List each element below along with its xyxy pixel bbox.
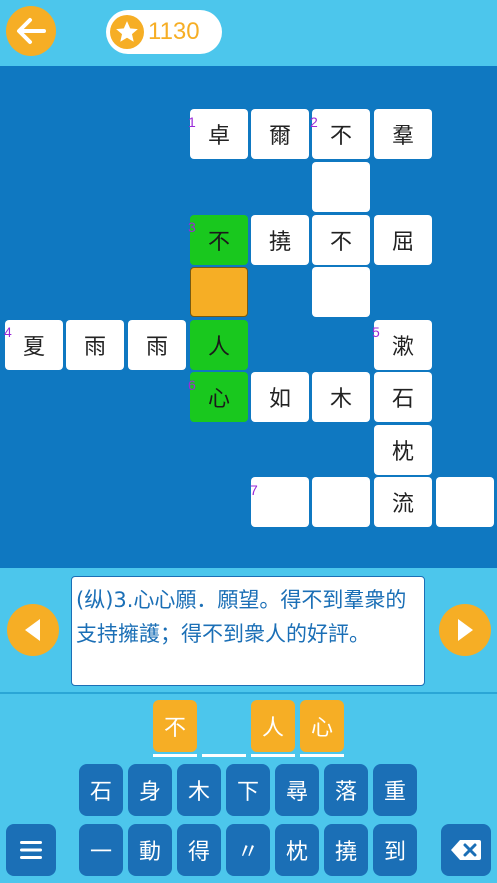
grid-cell-highlighted[interactable]: 不 <box>190 215 248 265</box>
clue-number: 6 <box>188 377 196 393</box>
clue-number: 7 <box>250 482 258 498</box>
clue-text: (纵)3.心心願．願望。得不到羣衆的支持擁護；得不到衆人的好評。 <box>71 576 425 686</box>
triangle-right-icon <box>458 619 473 641</box>
grid-cell[interactable]: 屈 <box>374 215 432 265</box>
grid-cell[interactable]: 爾 <box>251 109 309 159</box>
grid-cell[interactable]: 石 <box>374 372 432 422</box>
grid-cell[interactable]: 不 <box>312 215 370 265</box>
clue-number: 3 <box>188 219 196 235</box>
grid-cell[interactable]: 枕 <box>374 425 432 475</box>
top-bar: 1130 <box>0 0 497 66</box>
menu-icon <box>20 841 42 859</box>
grid-cell-highlighted[interactable]: 人 <box>190 320 248 370</box>
answer-underline <box>300 754 344 757</box>
clue-number: 1 <box>188 114 196 130</box>
arrow-left-icon <box>17 18 46 44</box>
coin-counter: 1130 <box>106 10 222 54</box>
divider <box>0 692 497 694</box>
grid-cell-selected[interactable] <box>190 267 248 317</box>
clue-number: 2 <box>310 114 318 130</box>
grid-cell[interactable]: 卓 <box>190 109 248 159</box>
back-button[interactable] <box>6 6 56 56</box>
prev-clue-button[interactable] <box>7 604 59 656</box>
answer-underline <box>153 754 197 757</box>
grid-cell[interactable]: 不 <box>312 109 370 159</box>
menu-button[interactable] <box>6 824 56 876</box>
answer-underline <box>202 754 246 757</box>
char-key[interactable]: 石 <box>79 764 123 816</box>
char-key[interactable]: 動 <box>128 824 172 876</box>
char-key[interactable]: 重 <box>373 764 417 816</box>
grid-cell[interactable]: 撓 <box>251 215 309 265</box>
clue-number: 5 <box>372 324 380 340</box>
char-key[interactable]: 枕 <box>275 824 319 876</box>
coin-count: 1130 <box>148 18 200 45</box>
grid-cell[interactable] <box>312 162 370 212</box>
grid-cell[interactable]: 雨 <box>66 320 124 370</box>
char-key[interactable]: 木 <box>177 764 221 816</box>
next-clue-button[interactable] <box>439 604 491 656</box>
answer-slot[interactable]: 人 <box>251 700 295 752</box>
clue-number: 4 <box>4 324 12 340</box>
grid-cell[interactable]: 木 <box>312 372 370 422</box>
grid-cell[interactable]: 雨 <box>128 320 186 370</box>
char-key[interactable]: 下 <box>226 764 270 816</box>
delete-button[interactable] <box>441 824 491 876</box>
char-key[interactable]: 尋 <box>275 764 319 816</box>
answer-underline <box>251 754 295 757</box>
grid-cell[interactable]: 流 <box>374 477 432 527</box>
answer-slot[interactable]: 心 <box>300 700 344 752</box>
grid-cell[interactable] <box>312 267 370 317</box>
answer-slot[interactable]: 不 <box>153 700 197 752</box>
crossword-board: 卓 爾 不 羣 不 撓 不 屈 夏 雨 雨 人 漱 心 如 木 石 枕 流 1 … <box>0 66 497 568</box>
answer-slot-empty[interactable] <box>202 700 246 752</box>
char-key[interactable]: 到 <box>373 824 417 876</box>
backspace-icon <box>451 840 481 860</box>
star-icon <box>110 15 144 49</box>
grid-cell[interactable] <box>436 477 494 527</box>
grid-cell[interactable]: 夏 <box>5 320 63 370</box>
grid-cell-highlighted[interactable]: 心 <box>190 372 248 422</box>
grid-cell[interactable]: 如 <box>251 372 309 422</box>
grid-cell[interactable] <box>251 477 309 527</box>
char-key[interactable]: 撓 <box>324 824 368 876</box>
char-key[interactable]: 身 <box>128 764 172 816</box>
char-key[interactable]: 得 <box>177 824 221 876</box>
char-key[interactable]: 落 <box>324 764 368 816</box>
grid-cell[interactable] <box>312 477 370 527</box>
grid-cell[interactable]: 羣 <box>374 109 432 159</box>
char-key[interactable]: 一 <box>79 824 123 876</box>
triangle-left-icon <box>25 619 40 641</box>
grid-cell[interactable]: 漱 <box>374 320 432 370</box>
char-key[interactable]: 〃 <box>226 824 270 876</box>
